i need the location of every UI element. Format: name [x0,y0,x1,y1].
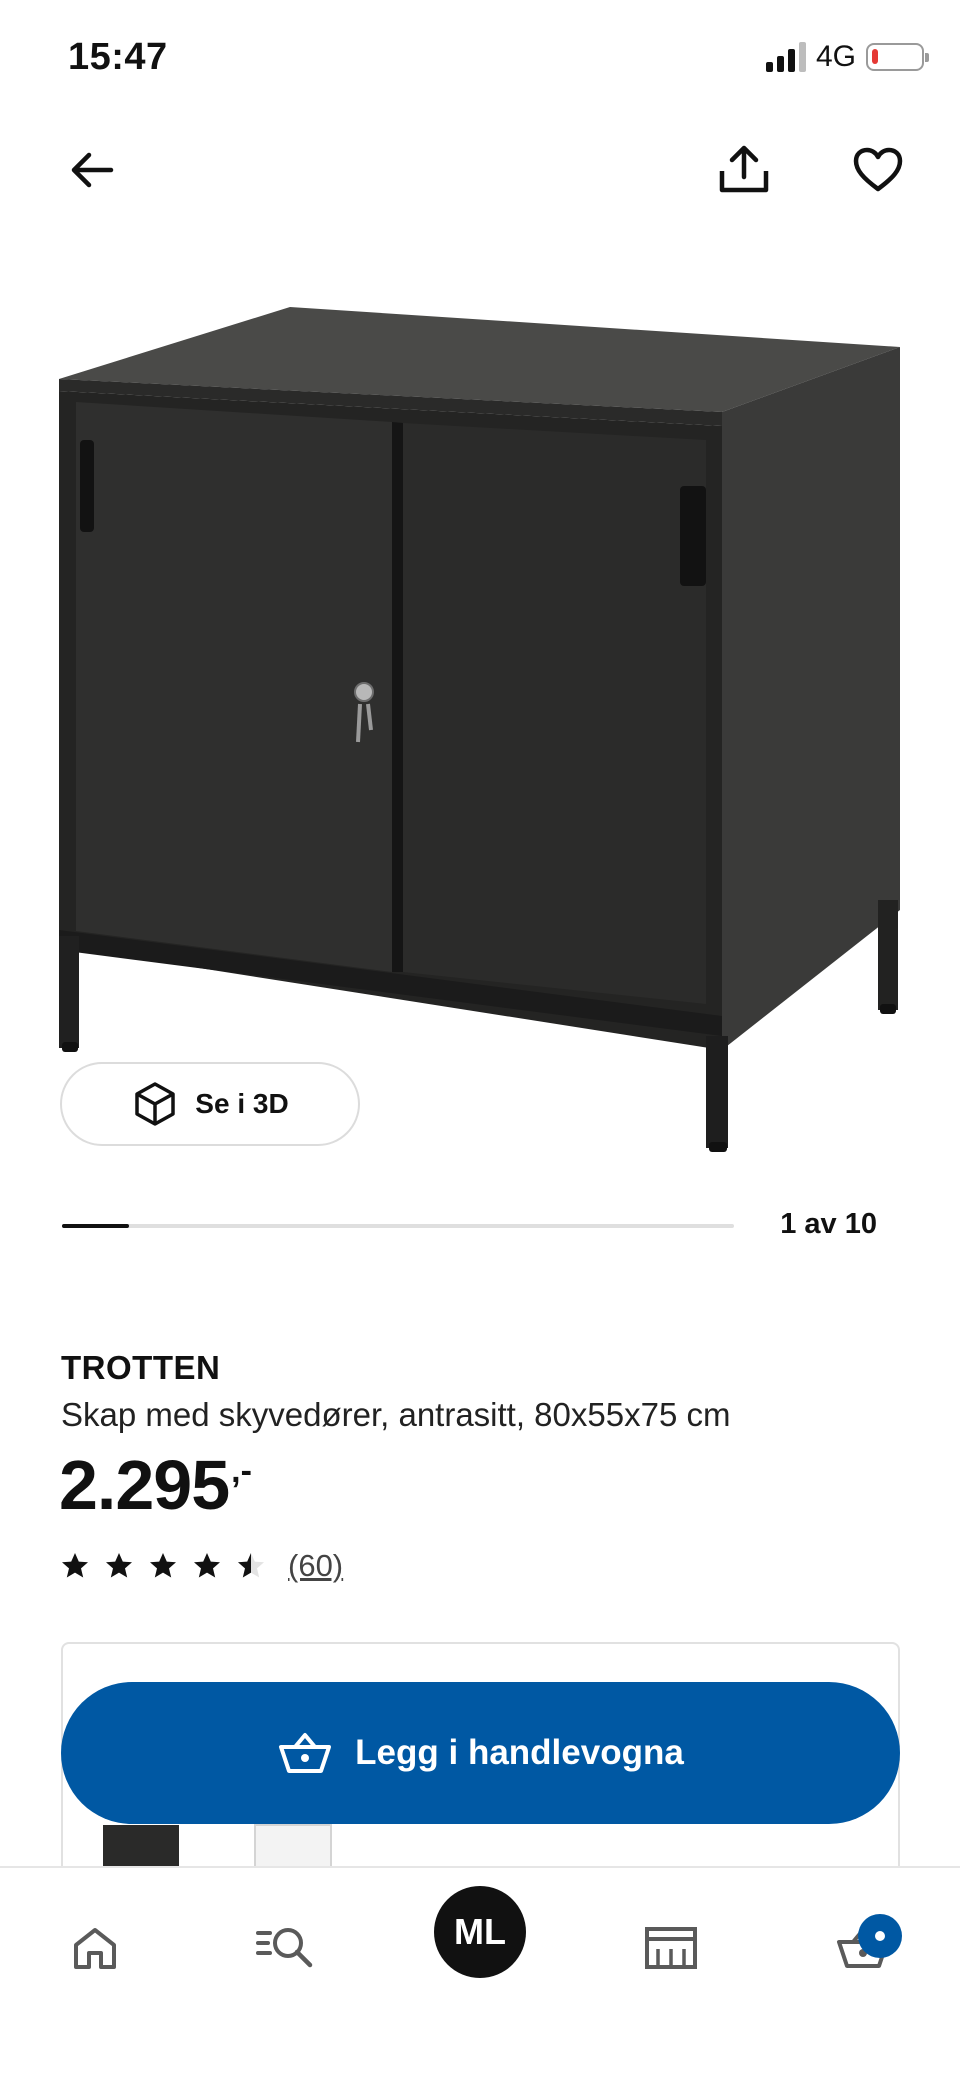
top-bar [0,130,960,210]
status-indicators: 4G [765,40,929,74]
nav-home[interactable] [50,1908,140,1988]
heart-icon [853,147,903,192]
signal-icon [765,42,806,72]
share-button[interactable] [708,134,780,206]
star-icon [62,1553,88,1578]
share-icon [719,145,769,193]
star-icon [150,1553,176,1578]
price-suffix: ,- [231,1452,252,1490]
network-type: 4G [815,40,856,73]
rating-stars [60,1551,266,1581]
nav-cart[interactable] [818,1908,908,1988]
favourite-button[interactable] [842,134,914,206]
price: 2.295 ,- [59,1450,252,1520]
star-icon [238,1553,264,1578]
view-in-3d-label: Se i 3D [195,1088,289,1119]
home-icon [74,1928,116,1969]
nav-profile[interactable]: ML [434,1886,526,1978]
nav-search[interactable] [242,1908,332,1988]
rating[interactable]: (60) [60,1548,343,1584]
nav-stores[interactable] [626,1908,716,1988]
gallery-progress-fill [62,1224,130,1228]
basket-icon [279,1733,332,1773]
bottom-navigation: ML [0,1866,960,2079]
gallery-progress-bar [62,1224,734,1228]
view-in-3d-button[interactable]: Se i 3D [60,1062,360,1146]
cart-badge [858,1914,902,1958]
product-image[interactable] [0,260,960,1160]
status-bar: 15:47 4G [0,0,960,120]
status-time: 15:47 [68,36,168,78]
battery-icon [866,43,929,71]
back-arrow-icon [71,152,114,188]
add-to-cart-label: Legg i handlevogna [355,1733,684,1772]
star-icon [106,1553,132,1578]
search-icon [256,1928,313,1968]
product-description: Skap med skyvedører, antrasitt, 80x55x75… [61,1396,731,1433]
cube-icon [135,1082,176,1126]
add-to-cart-button[interactable]: Legg i handlevogna [61,1682,900,1824]
cabinet-illustration [59,307,900,1152]
product-name: TROTTEN [61,1349,221,1386]
back-button[interactable] [56,134,128,206]
stores-icon [645,1927,697,1969]
price-amount: 2.295 [59,1446,230,1524]
review-count-link[interactable]: (60) [288,1548,343,1584]
star-icon [194,1553,220,1578]
gallery-counter: 1 av 10 [780,1208,877,1240]
